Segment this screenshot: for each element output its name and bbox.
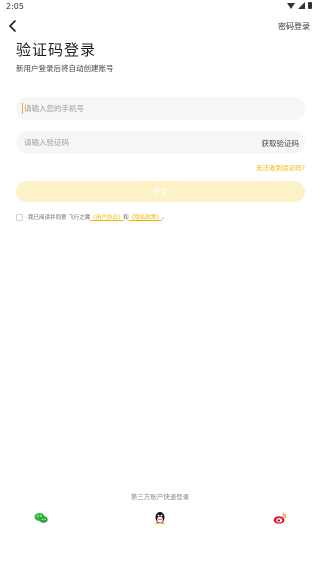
page-title: 验证码登录 bbox=[16, 41, 97, 59]
agreement-checkbox[interactable] bbox=[16, 213, 23, 221]
phone-field-container bbox=[16, 97, 305, 120]
battery-icon bbox=[308, 2, 312, 9]
text-caret bbox=[22, 103, 23, 114]
weibo-login-button[interactable] bbox=[272, 510, 288, 526]
agreement-suffix: 。 bbox=[161, 215, 168, 221]
qq-login-button[interactable] bbox=[152, 510, 168, 526]
login-button[interactable]: 登录 bbox=[16, 181, 305, 202]
user-agreement-link[interactable]: 《用户协议》 bbox=[90, 213, 123, 221]
weibo-icon bbox=[273, 513, 287, 524]
password-login-link[interactable]: 密码登录 bbox=[278, 21, 310, 32]
agreement-row: 我已阅读并同意 飞行之翼 《用户协议》 和 《隐私政策》 。 bbox=[16, 213, 167, 221]
agreement-prefix: 我已阅读并同意 飞行之翼 bbox=[28, 215, 91, 221]
back-button[interactable] bbox=[4, 17, 22, 35]
status-bar: 2:05 bbox=[0, 0, 320, 14]
wifi-icon bbox=[287, 2, 295, 9]
back-arrow-icon bbox=[9, 20, 16, 32]
page-subtitle: 新用户登录后将自动创建账号 bbox=[16, 64, 114, 73]
privacy-policy-link[interactable]: 《隐私政策》 bbox=[129, 213, 162, 221]
verification-code-input[interactable] bbox=[24, 131, 264, 154]
third-party-label: 第三方账户快速登录 bbox=[130, 493, 190, 501]
wechat-login-button[interactable] bbox=[33, 510, 49, 526]
get-code-button[interactable]: 获取验证码 bbox=[262, 138, 300, 149]
phone-input[interactable] bbox=[24, 97, 264, 120]
no-code-link[interactable]: 无法收到验证码? bbox=[256, 162, 305, 172]
status-time: 2:05 bbox=[6, 2, 24, 11]
qq-icon bbox=[155, 512, 165, 525]
code-field-container: 获取验证码 bbox=[16, 131, 305, 154]
status-icons bbox=[287, 2, 312, 9]
signal-icon bbox=[298, 2, 305, 9]
wechat-icon bbox=[34, 513, 48, 523]
